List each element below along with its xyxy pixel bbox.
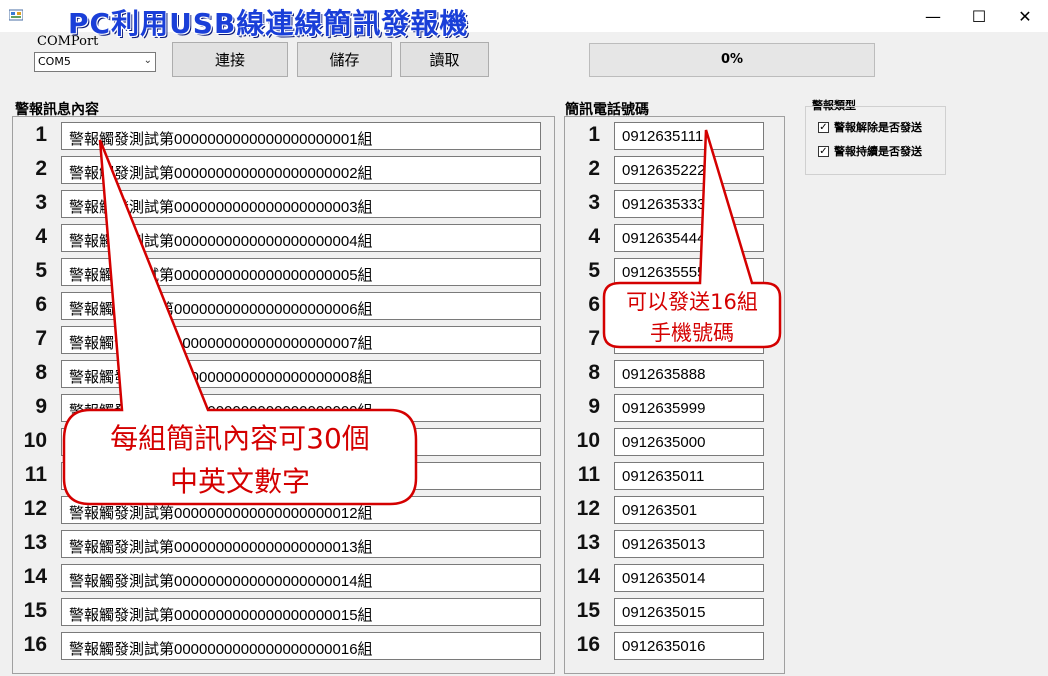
messages-callout-line2: 中英文數字 bbox=[169, 465, 310, 498]
annotation-overlay bbox=[62, 129, 782, 506]
messages-callout-line1: 每組簡訊內容可30個 bbox=[110, 422, 370, 455]
phones-callout-line1: 可以發送16組 bbox=[626, 290, 758, 314]
phones-callout-line2: 手機號碼 bbox=[650, 321, 734, 345]
